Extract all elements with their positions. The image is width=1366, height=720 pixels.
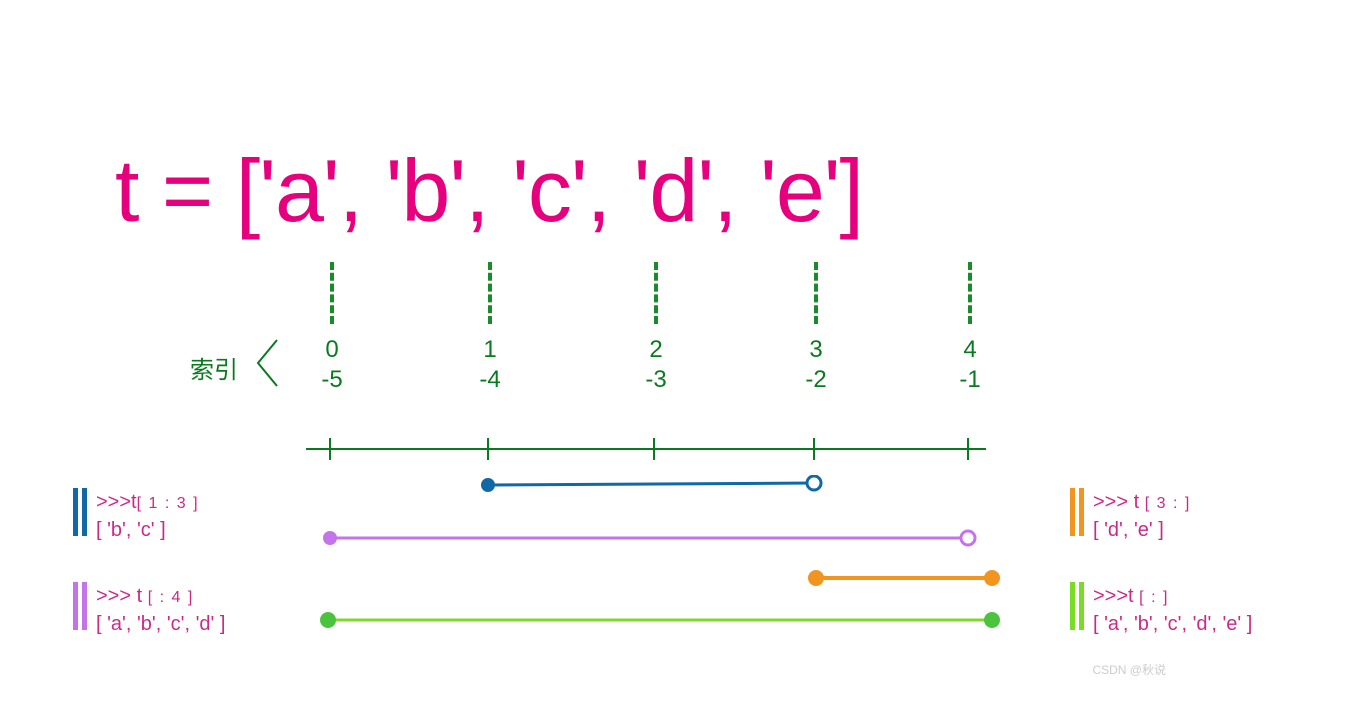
code-block-purple: >>> t [ : 4 ] [ 'a', 'b', 'c', 'd' ]	[96, 582, 225, 638]
slice-line-green	[260, 610, 1020, 630]
code-bar-purple	[73, 582, 78, 630]
brackets: [ 3 : ]	[1145, 495, 1191, 512]
brackets: [ 1 : 3 ]	[137, 495, 199, 512]
neg-index: -5	[312, 366, 352, 394]
brackets: [ : 4 ]	[148, 589, 194, 606]
neg-index: -4	[470, 366, 510, 394]
code-block-blue: >>>t[ 1 : 3 ] [ 'b', 'c' ]	[96, 488, 199, 544]
code-bar-green	[1070, 582, 1075, 630]
bracket-icon	[252, 338, 282, 388]
watermark: CSDN @秋说	[1092, 661, 1166, 678]
code-bar-blue	[82, 488, 87, 536]
slice-line-purple	[260, 528, 1020, 548]
result: [ 'd', 'e' ]	[1093, 516, 1191, 544]
neg-index: -3	[636, 366, 676, 394]
code-bar-green	[1079, 582, 1084, 630]
slice-line-orange	[260, 568, 1020, 588]
dashed-line	[654, 262, 658, 324]
pos-index: 2	[636, 336, 676, 364]
result: [ 'b', 'c' ]	[96, 516, 199, 544]
cmd: >>>t	[96, 491, 137, 513]
dashed-line	[814, 262, 818, 324]
slice-line-blue	[260, 475, 1020, 495]
code-bar-blue	[73, 488, 78, 536]
code-bar-orange	[1079, 488, 1084, 536]
cmd: >>> t	[1093, 491, 1139, 513]
diagram-title: t = ['a', 'b', 'c', 'd', 'e']	[115, 140, 863, 242]
pos-index: 4	[950, 336, 990, 364]
index-label: 索引	[190, 350, 238, 385]
number-line	[296, 434, 996, 464]
neg-index: -1	[950, 366, 990, 394]
code-block-green: >>>t [ : ] [ 'a', 'b', 'c', 'd', 'e' ]	[1093, 582, 1252, 638]
brackets: [ : ]	[1139, 589, 1169, 606]
code-bar-purple	[82, 582, 87, 630]
cmd: >>> t	[96, 585, 142, 607]
code-block-orange: >>> t [ 3 : ] [ 'd', 'e' ]	[1093, 488, 1191, 544]
result: [ 'a', 'b', 'c', 'd' ]	[96, 610, 225, 638]
result: [ 'a', 'b', 'c', 'd', 'e' ]	[1093, 610, 1252, 638]
code-bar-orange	[1070, 488, 1075, 536]
cmd: >>>t	[1093, 585, 1134, 607]
pos-index: 3	[796, 336, 836, 364]
pos-index: 0	[312, 336, 352, 364]
neg-index: -2	[796, 366, 836, 394]
dashed-line	[488, 262, 492, 324]
dashed-line	[330, 262, 334, 324]
pos-index: 1	[470, 336, 510, 364]
dashed-line	[968, 262, 972, 324]
